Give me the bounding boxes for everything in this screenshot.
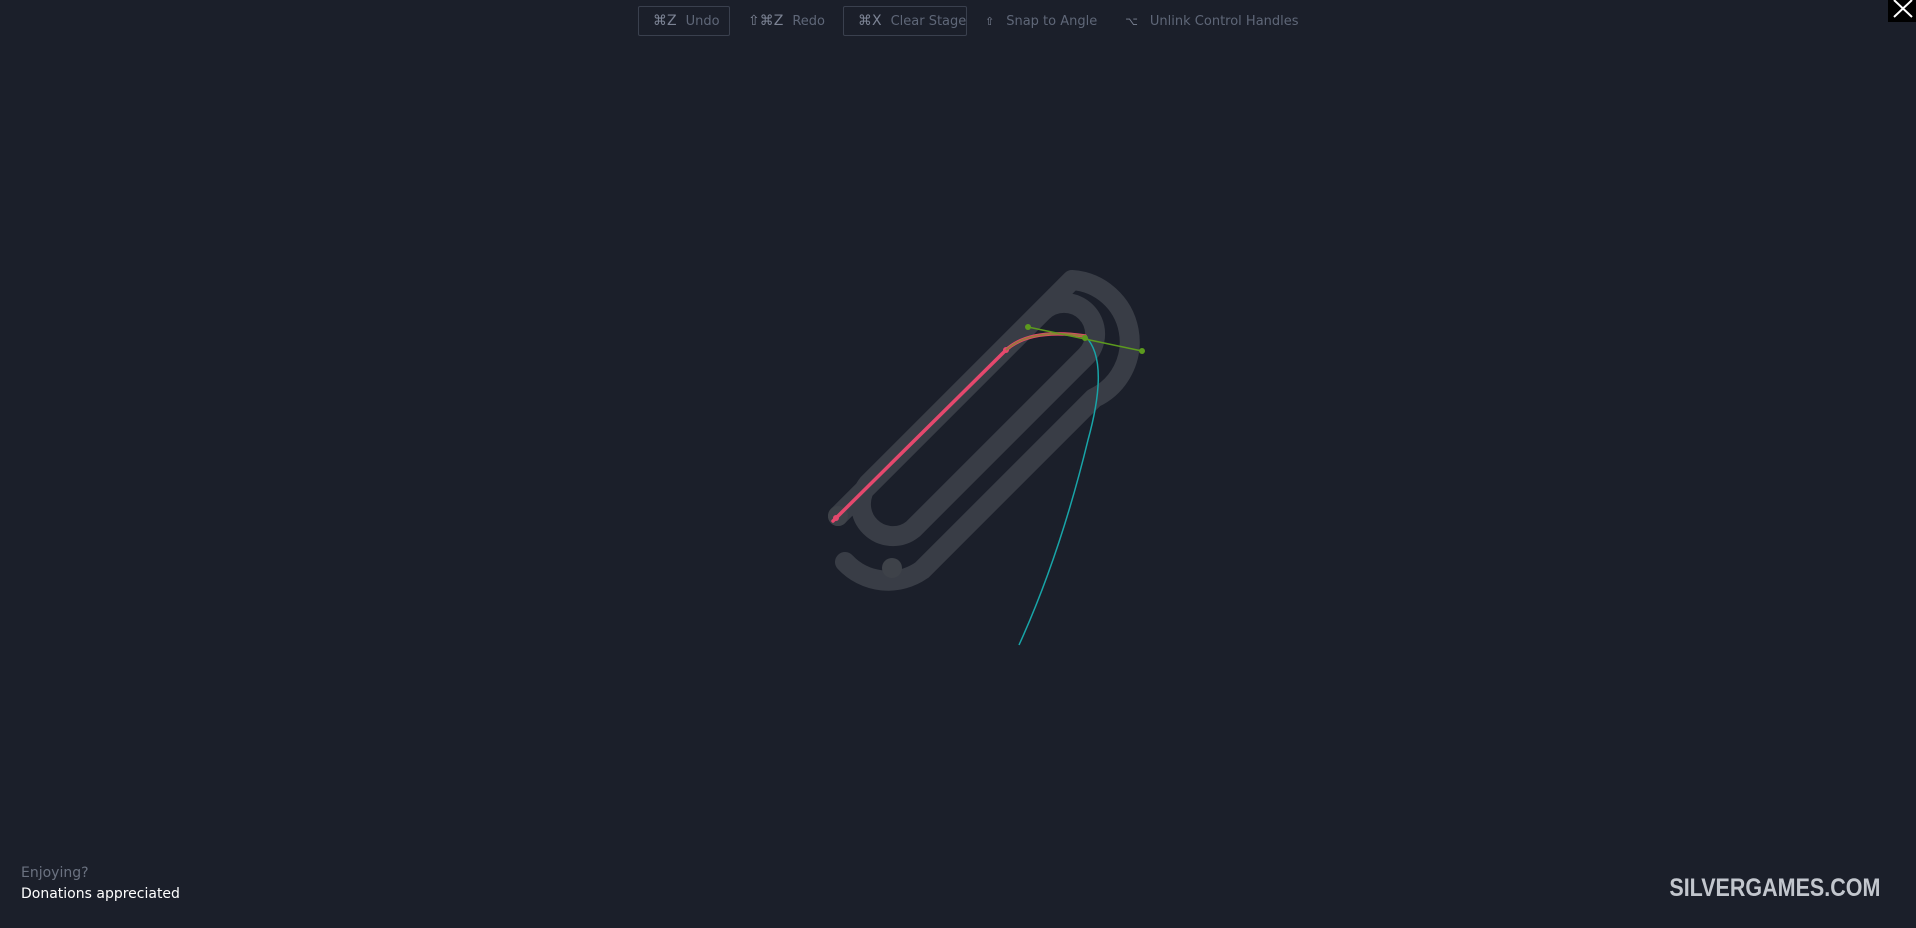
donation-prompt: Enjoying? Donations appreciated: [21, 864, 180, 903]
game-stage[interactable]: ⌘Z Undo ⇧⌘Z Redo ⌘X Clear Stage ⇧ Snap t…: [0, 0, 1916, 928]
guide-track: [828, 270, 1140, 591]
control-handle-left[interactable]: [1025, 324, 1031, 330]
control-anchor[interactable]: [1082, 335, 1088, 341]
track-end-dot: [882, 558, 902, 578]
donation-question: Enjoying?: [21, 865, 89, 881]
game-canvas[interactable]: [0, 0, 1916, 928]
control-handle-right[interactable]: [1139, 348, 1145, 354]
path-start-point[interactable]: [833, 515, 839, 521]
donation-link[interactable]: Donations appreciated: [21, 885, 180, 903]
site-logo[interactable]: SILVERGAMES.COM: [1669, 874, 1880, 903]
